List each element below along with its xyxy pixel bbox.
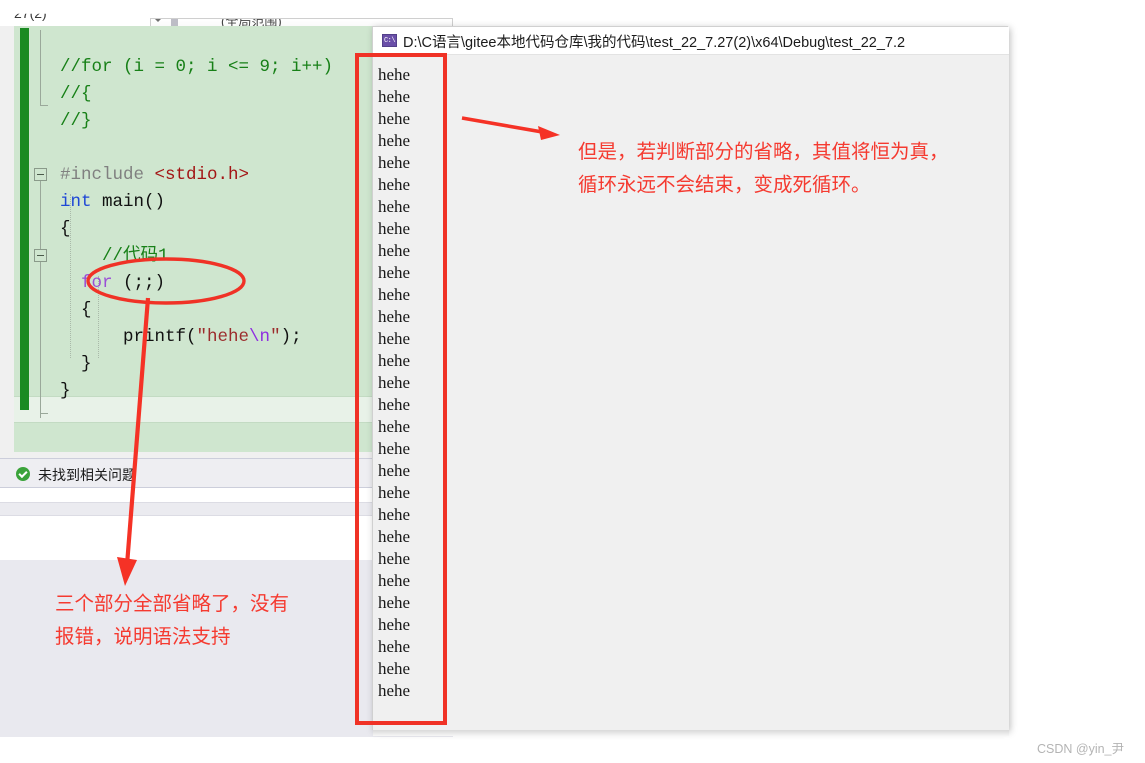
page-bottom-area — [0, 737, 1145, 763]
code-token: { — [60, 300, 92, 320]
clipped-document-tab[interactable]: 27(2) — [14, 14, 47, 21]
code-token: <stdio.h> — [154, 165, 250, 185]
code-token: //代码1 — [60, 246, 169, 266]
code-token: main() — [91, 192, 166, 212]
outline-guide-comment-block — [40, 30, 48, 106]
code-line: //{ — [60, 81, 333, 108]
chevron-down-icon — [154, 19, 162, 22]
console-window[interactable]: C:\ D:\C语言\gitee本地代码仓库\我的代码\test_22_7.27… — [372, 26, 1009, 736]
code-line: for (;;) — [60, 270, 333, 297]
code-text: //for (i = 0; i <= 9; i++) //{ //} #includ… — [60, 54, 333, 405]
code-line: int main() — [60, 189, 333, 216]
code-token: int — [60, 192, 92, 212]
annotation-note-bottom-line-2: 报错，说明语法支持 — [55, 626, 231, 648]
code-token: //for (i = 0; i <= 9; i++) — [60, 57, 334, 77]
code-token: " — [270, 327, 281, 347]
code-token: printf( — [60, 327, 197, 347]
code-line: } — [60, 351, 333, 378]
code-token: \n — [249, 327, 271, 347]
collapse-toggle-main[interactable] — [34, 168, 47, 181]
code-token: //{ — [60, 84, 92, 104]
code-token: } — [60, 354, 92, 374]
code-line: { — [60, 216, 333, 243]
code-token: //} — [60, 111, 92, 131]
code-token: (;;) — [112, 273, 166, 293]
annotation-note-bottom-line-1: 三个部分全部省略了，没有 — [55, 593, 290, 615]
annotation-note-right-line-1: 但是，若判断部分的省略，其值将恒为真， — [578, 141, 949, 163]
screenshot-root: 27(2) (全局范围) //for (i = 0; i <= 9; i++) /… — [0, 0, 1145, 763]
ide-top-strip: 27(2) (全局范围) — [0, 0, 453, 38]
code-line: printf("hehe\n"); — [60, 324, 333, 351]
console-app-icon: C:\ — [382, 34, 397, 47]
csdn-watermark: CSDN @yin_尹 — [1037, 742, 1125, 756]
code-token: #include — [60, 165, 155, 185]
annotation-output-box — [355, 53, 447, 725]
code-line: //for (i = 0; i <= 9; i++) — [60, 54, 333, 81]
annotation-note-right: 但是，若判断部分的省略，其值将恒为真， 循环永远不会结束，变成死循环。 — [578, 136, 1048, 202]
code-token: "hehe — [196, 327, 250, 347]
code-line: #include <stdio.h> — [60, 162, 333, 189]
check-circle-icon — [16, 467, 30, 481]
code-token: ); — [280, 327, 302, 347]
console-title-bar[interactable]: C:\ D:\C语言\gitee本地代码仓库\我的代码\test_22_7.27… — [373, 27, 1009, 55]
error-list-status-text: 未找到相关问题 — [38, 467, 136, 483]
code-token: } — [60, 381, 71, 401]
code-token: { — [60, 219, 71, 239]
outline-guide-main-end — [40, 356, 48, 414]
code-line: //} — [60, 108, 333, 135]
console-title-text: D:\C语言\gitee本地代码仓库\我的代码\test_22_7.27(2)\… — [403, 35, 906, 51]
code-token: for — [81, 273, 113, 293]
change-indicator-bar — [20, 28, 29, 410]
code-line: } — [60, 378, 333, 405]
annotation-note-right-line-2: 循环永远不会结束，变成死循环。 — [578, 174, 871, 196]
console-bottom-edge — [373, 730, 1009, 736]
annotation-note-bottom: 三个部分全部省略了，没有 报错，说明语法支持 — [55, 588, 355, 654]
code-line: { — [60, 297, 333, 324]
collapse-toggle-for[interactable] — [34, 249, 47, 262]
code-line: //代码1 — [60, 243, 333, 270]
